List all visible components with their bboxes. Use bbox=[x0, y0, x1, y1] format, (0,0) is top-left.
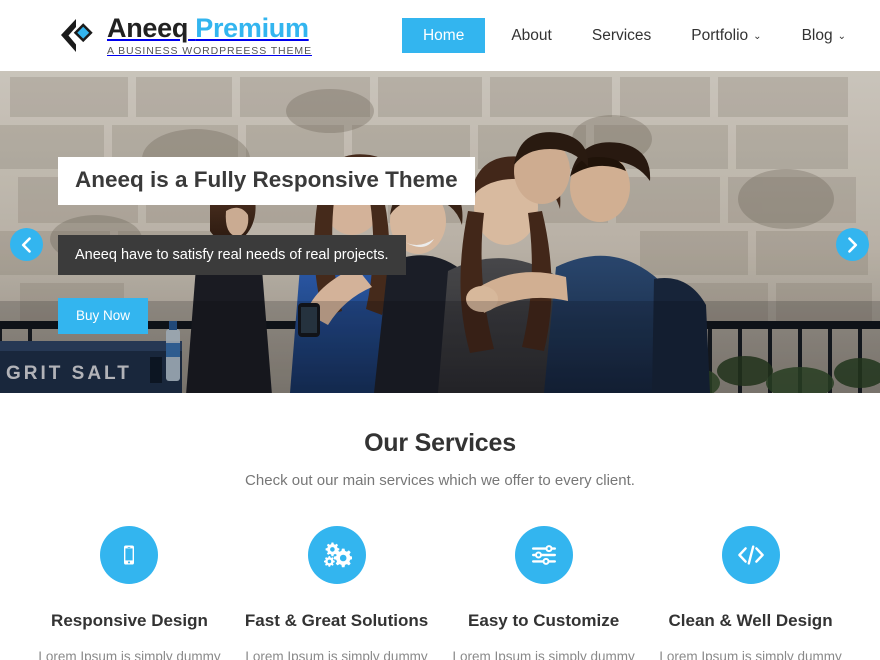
service-title: Fast & Great Solutions bbox=[244, 611, 429, 630]
service-description: Lorem Ipsum is simply dummy text of the … bbox=[659, 649, 842, 660]
mobile-phone-icon[interactable] bbox=[100, 526, 159, 584]
brand-tagline: A BUSINESS WORDPREESS THEME bbox=[107, 44, 312, 57]
service-description: Lorem Ipsum is simply dummy text of the … bbox=[452, 649, 635, 660]
nav-item-label: Blog bbox=[801, 26, 833, 44]
nav-item-contact[interactable]: Contact bbox=[872, 19, 880, 53]
slider-next-arrow-icon[interactable] bbox=[836, 228, 869, 261]
service-card: Fast & Great Solutions Lorem Ipsum is sim… bbox=[233, 526, 440, 660]
hero-slider: GRIT SALT Aneeq is a Fully Responsive Th… bbox=[0, 71, 880, 393]
services-section: Our Services Check out our main services… bbox=[0, 393, 880, 660]
nav-item-label: Services bbox=[591, 26, 652, 44]
sliders-icon[interactable] bbox=[514, 526, 573, 584]
nav-item-blog[interactable]: Blog ⌄ bbox=[788, 19, 860, 53]
chevron-diamond-logo-icon bbox=[58, 16, 98, 56]
site-header: Aneeq Premium A BUSINESS WORDPREESS THEM… bbox=[0, 0, 880, 71]
nav-item-services[interactable]: Services bbox=[578, 19, 665, 53]
hero-title: Aneeq is a Fully Responsive Theme bbox=[58, 157, 475, 205]
service-card: Responsive Design Lorem Ipsum is simply d… bbox=[26, 526, 233, 660]
services-grid: Responsive Design Lorem Ipsum is simply d… bbox=[0, 526, 880, 660]
service-title: Responsive Design bbox=[51, 611, 208, 630]
brand-title: Aneeq Premium bbox=[107, 14, 312, 42]
service-description: Lorem Ipsum is simply dummy text of the … bbox=[38, 649, 221, 660]
code-brackets-icon[interactable] bbox=[721, 526, 780, 584]
nav-item-about[interactable]: About bbox=[497, 19, 566, 53]
site-logo[interactable]: Aneeq Premium A BUSINESS WORDPREESS THEM… bbox=[58, 14, 312, 57]
brand-title-word2: Premium bbox=[195, 13, 309, 44]
hero-subtitle: Aneeq have to satisfy real needs of real… bbox=[58, 234, 406, 275]
brand-title-word1: Aneeq bbox=[107, 13, 189, 44]
nav-item-label: About bbox=[511, 26, 552, 44]
service-card: Clean & Well Design Lorem Ipsum is simply… bbox=[647, 526, 854, 660]
chevron-down-icon: ⌄ bbox=[837, 30, 846, 42]
chevron-down-icon: ⌄ bbox=[753, 30, 762, 42]
services-heading: Our Services bbox=[364, 429, 516, 457]
service-description: Lorem Ipsum is simply dummy text of the … bbox=[245, 649, 428, 660]
nav-item-label: Home bbox=[422, 26, 465, 44]
buy-now-button[interactable]: Buy Now bbox=[58, 298, 149, 334]
services-subheading: Check out our main services which we off… bbox=[245, 472, 635, 489]
slider-prev-arrow-icon[interactable] bbox=[10, 228, 43, 261]
gears-icon[interactable] bbox=[307, 526, 366, 584]
service-title: Clean & Well Design bbox=[668, 611, 833, 630]
hero-caption: Aneeq is a Fully Responsive Theme Aneeq … bbox=[58, 157, 475, 334]
nav-item-home[interactable]: Home bbox=[401, 17, 486, 54]
service-title: Easy to Customize bbox=[468, 611, 620, 630]
main-navigation: Home About Services Portfolio ⌄ Blog ⌄ Contact bbox=[401, 17, 880, 54]
nav-item-portfolio[interactable]: Portfolio ⌄ bbox=[677, 19, 775, 53]
service-card: Easy to Customize Lorem Ipsum is simply d… bbox=[440, 526, 647, 660]
nav-item-label: Portfolio bbox=[691, 26, 749, 44]
